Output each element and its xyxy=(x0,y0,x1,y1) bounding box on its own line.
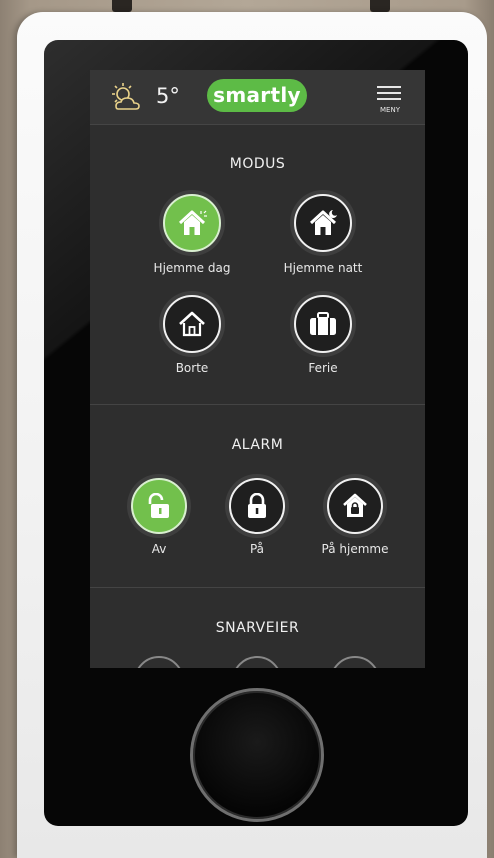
physical-home-button[interactable] xyxy=(190,688,324,822)
mode-hjemme-natt-button[interactable] xyxy=(294,194,352,252)
mode-ferie-button[interactable] xyxy=(294,295,352,353)
home-sun-icon xyxy=(178,210,207,235)
alarm-pa-hjemme-label: På hjemme xyxy=(321,542,389,556)
section-divider-2 xyxy=(90,587,425,588)
suitcase-icon xyxy=(310,312,336,335)
mode-borte-button[interactable] xyxy=(163,295,221,353)
top-bar: 5° smartly MENY xyxy=(90,70,425,125)
partly-cloudy-icon xyxy=(112,83,140,110)
mode-hjemme-natt-label: Hjemme natt xyxy=(283,261,363,275)
shortcut-button-3[interactable] xyxy=(330,656,380,668)
home-moon-icon xyxy=(309,210,337,235)
menu-label: MENY xyxy=(380,106,400,114)
alarm-title: ALARM xyxy=(231,437,284,453)
snarveier-title: SNARVEIER xyxy=(215,620,300,636)
unlocked-icon xyxy=(148,493,169,518)
hamburger-icon-bar-2 xyxy=(377,92,401,94)
shortcut-button-1[interactable] xyxy=(134,656,184,668)
hamburger-icon-bar-3 xyxy=(377,98,401,100)
alarm-av-button[interactable] xyxy=(131,478,187,534)
locked-icon xyxy=(248,493,266,518)
home-lock-icon xyxy=(343,493,367,517)
touch-screen: 5° smartly MENY MODUS Hjemme dag Hjemme … xyxy=(90,70,425,668)
shortcut-button-2[interactable] xyxy=(232,656,282,668)
temperature-readout: 5° xyxy=(156,84,180,108)
wall-slot-right xyxy=(370,0,390,12)
smartly-logo: smartly xyxy=(207,79,307,112)
section-divider-1 xyxy=(90,404,425,405)
alarm-pa-button[interactable] xyxy=(229,478,285,534)
mode-borte-label: Borte xyxy=(175,361,209,375)
alarm-pa-hjemme-button[interactable] xyxy=(327,478,383,534)
hamburger-icon-bar-1 xyxy=(377,86,401,88)
modus-title: MODUS xyxy=(229,156,286,172)
menu-button[interactable]: MENY xyxy=(373,84,407,114)
wall-slot-left xyxy=(112,0,132,12)
home-outline-icon xyxy=(179,311,205,337)
mode-hjemme-dag-button[interactable] xyxy=(163,194,221,252)
mode-hjemme-dag-label: Hjemme dag xyxy=(153,261,231,275)
mode-ferie-label: Ferie xyxy=(308,361,338,375)
